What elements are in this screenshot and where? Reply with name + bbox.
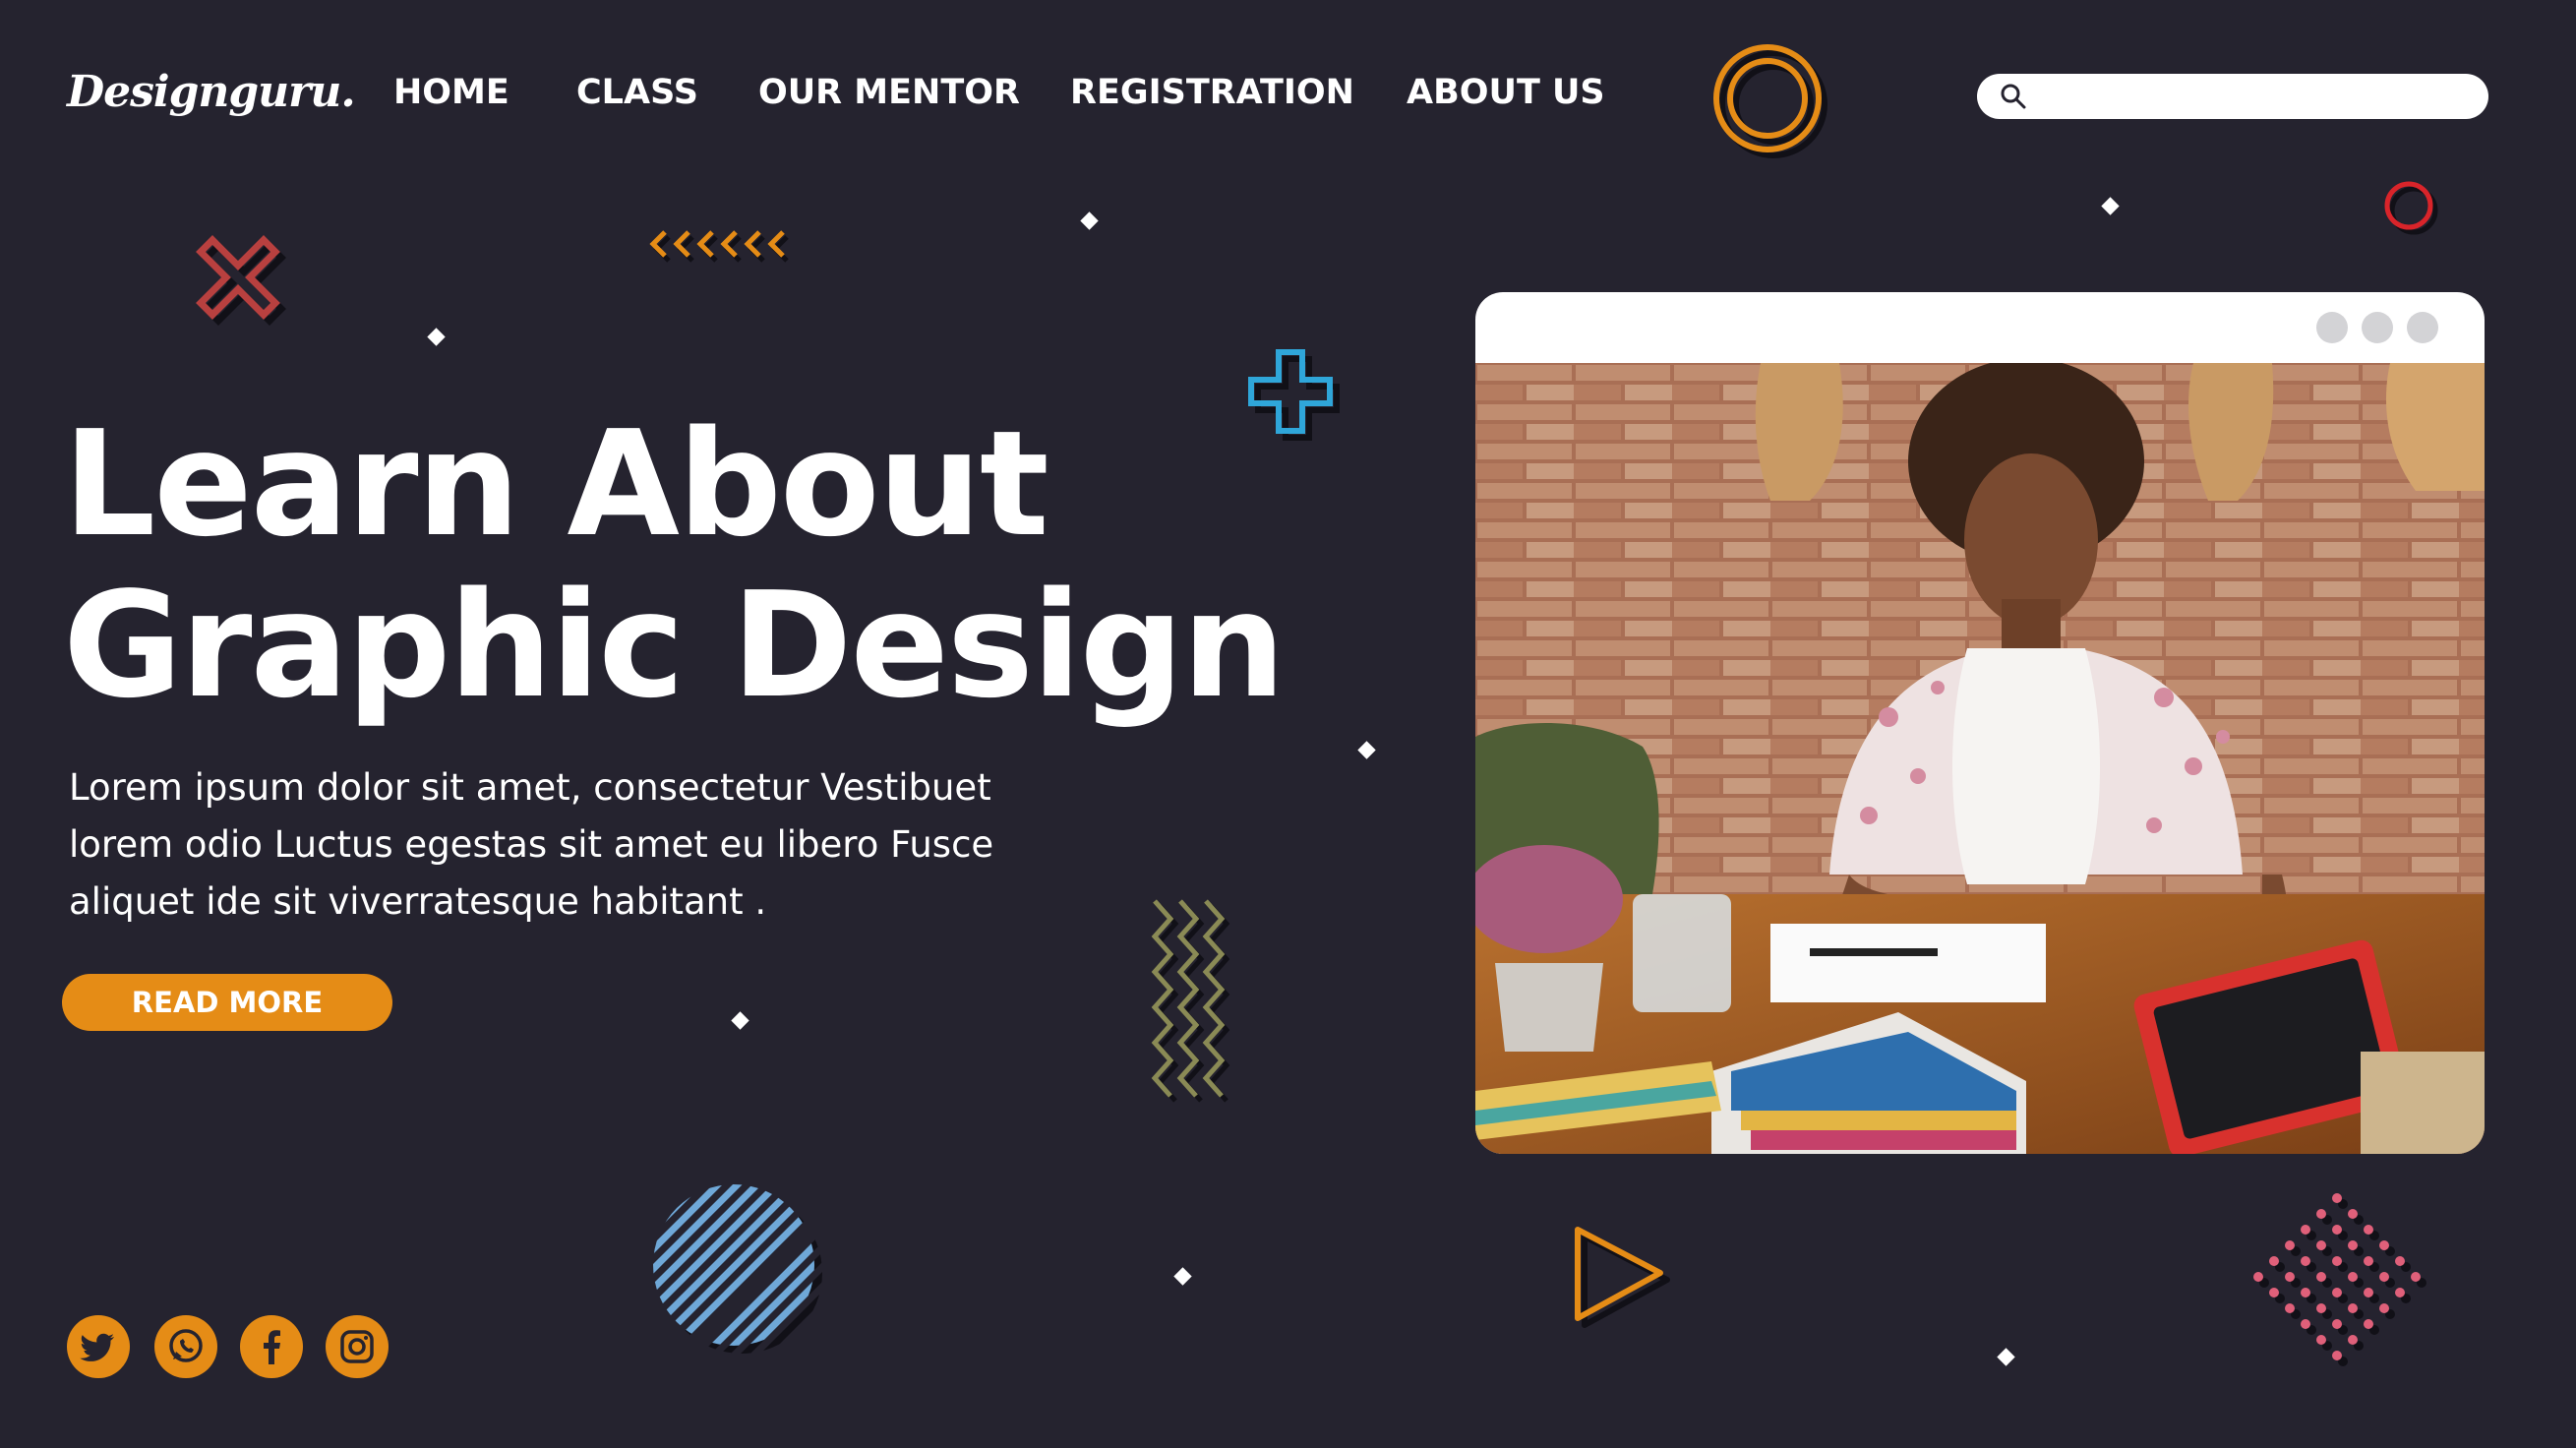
nav-item-registration[interactable]: REGISTRATION [1070, 73, 1354, 112]
hero-title: Learn About Graphic Design [63, 399, 1286, 730]
nav-item-our-mentor[interactable]: OUR MENTOR [758, 73, 1020, 112]
search-icon [2001, 84, 2026, 109]
sparkle-decoration [2101, 197, 2120, 215]
browser-title-bar [1475, 292, 2485, 363]
x-decoration [196, 235, 286, 326]
browser-window [1475, 292, 2485, 1154]
zigzag-decoration [1151, 899, 1230, 1103]
nav-item-home[interactable]: HOME [393, 73, 509, 112]
twitter-icon[interactable] [67, 1315, 130, 1378]
facebook-icon[interactable] [240, 1315, 303, 1378]
striped-circle-decoration [653, 1184, 822, 1354]
instagram-icon[interactable] [326, 1315, 389, 1378]
search-input[interactable] [2038, 76, 2488, 117]
window-control-dot[interactable] [2362, 312, 2393, 343]
hero-description: Lorem ipsum dolor sit amet, consectetur … [69, 766, 994, 923]
sparkle-decoration [1080, 211, 1099, 230]
triangle-decoration [1575, 1227, 1670, 1328]
hero-title-line-1: Learn About [63, 399, 1049, 569]
plus-decoration [1248, 349, 1340, 441]
whatsapp-icon[interactable] [154, 1315, 217, 1378]
chevrons-decoration [649, 230, 789, 263]
nav-item-about-us[interactable]: ABOUT US [1407, 73, 1605, 112]
ring-decoration [1713, 44, 1827, 158]
window-control-dot[interactable] [2407, 312, 2438, 343]
hero-title-line-2: Graphic Design [63, 561, 1286, 730]
sparkle-decoration [731, 1011, 749, 1030]
search-bar[interactable] [1977, 74, 2488, 119]
read-more-button[interactable]: READ MORE [62, 974, 392, 1031]
brand-logo[interactable]: Designguru. [67, 67, 356, 117]
sparkle-decoration [427, 328, 446, 346]
sparkle-decoration [1997, 1348, 2015, 1366]
ring-decoration [2384, 181, 2438, 235]
window-control-dot[interactable] [2316, 312, 2348, 343]
hero-photo [1475, 363, 2485, 1154]
sparkle-decoration [1173, 1267, 1192, 1286]
dot-pattern-decoration [2253, 1193, 2426, 1366]
sparkle-decoration [1357, 741, 1376, 759]
nav-item-class[interactable]: CLASS [576, 73, 698, 112]
